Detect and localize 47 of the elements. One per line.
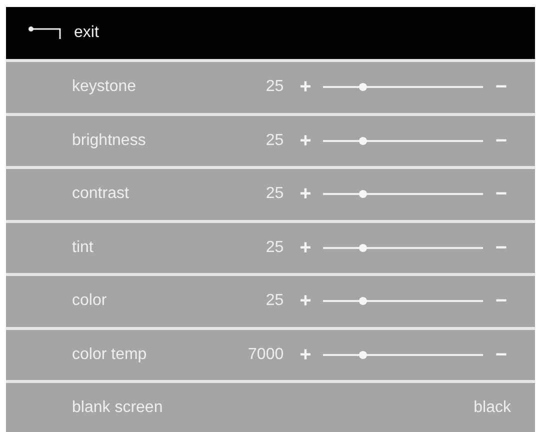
setting-label: color [72, 292, 108, 310]
setting-row[interactable]: brightness 25 + − [6, 116, 535, 166]
setting-value: 7000 [247, 346, 284, 364]
increase-button[interactable]: + [296, 77, 316, 98]
setting-value: 25 [264, 292, 284, 310]
setting-label: contrast [72, 185, 130, 204]
decrease-button[interactable]: − [491, 344, 511, 365]
slider-track[interactable] [323, 300, 484, 302]
setting-row[interactable]: color 25 + − [6, 276, 535, 326]
increase-button[interactable]: + [296, 184, 316, 204]
slider-thumb[interactable] [359, 297, 368, 306]
slider-thumb[interactable] [359, 350, 368, 359]
decrease-button[interactable]: − [491, 238, 511, 258]
setting-label: color temp [72, 346, 148, 364]
setting-row[interactable]: blank screen black [6, 383, 535, 432]
setting-label: keystone [72, 78, 138, 96]
decrease-button[interactable]: − [491, 291, 511, 312]
slider-track[interactable] [323, 246, 484, 249]
slider-thumb[interactable] [359, 83, 368, 92]
slider-thumb[interactable] [359, 244, 368, 252]
slider-track[interactable] [323, 193, 484, 196]
setting-label: blank screen [72, 399, 164, 418]
setting-row[interactable]: color temp 7000 + − [6, 330, 535, 380]
setting-value: 25 [264, 238, 284, 257]
increase-button[interactable]: + [296, 130, 316, 151]
setting-value: 25 [264, 78, 284, 96]
increase-button[interactable]: + [296, 344, 316, 365]
slider-track[interactable] [323, 86, 484, 88]
exit-button[interactable]: exit [28, 24, 99, 42]
setting-row[interactable]: keystone 25 + − [6, 62, 535, 112]
slider-track[interactable] [323, 140, 484, 142]
slider-thumb[interactable] [359, 190, 368, 198]
slider-thumb[interactable] [359, 136, 368, 145]
setting-value: black [472, 399, 511, 418]
setting-value: 25 [264, 132, 284, 150]
slider-track[interactable] [323, 354, 484, 356]
increase-button[interactable]: + [296, 238, 316, 258]
setting-row[interactable]: tint 25 + − [6, 222, 535, 273]
setting-label: brightness [72, 132, 147, 150]
return-arrow-icon [28, 26, 62, 40]
setting-label: tint [72, 238, 94, 257]
decrease-button[interactable]: − [491, 77, 511, 98]
increase-button[interactable]: + [296, 291, 316, 312]
setting-row[interactable]: contrast 25 + − [6, 169, 535, 220]
setting-value: 25 [264, 185, 284, 204]
decrease-button[interactable]: − [491, 184, 511, 204]
decrease-button[interactable]: − [491, 130, 511, 151]
